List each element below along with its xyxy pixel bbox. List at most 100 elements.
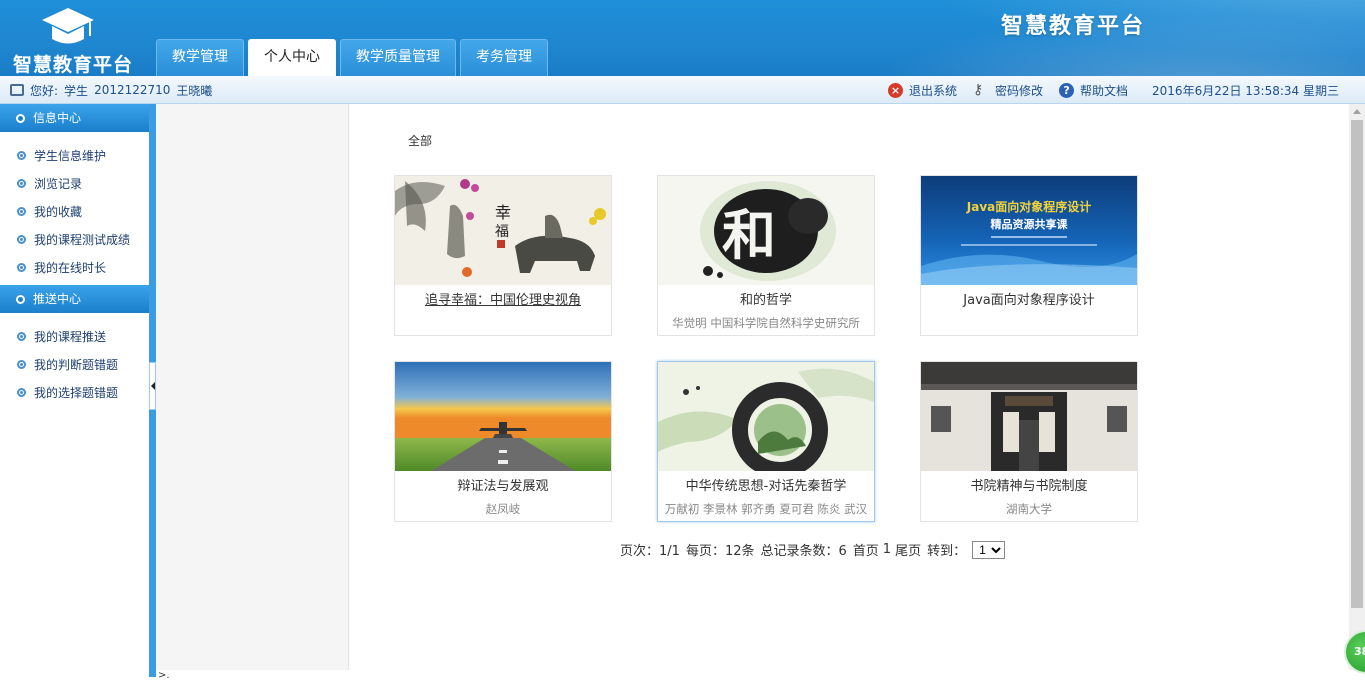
logout-link[interactable]: × 退出系统 [887, 82, 957, 99]
course-title[interactable]: 辩证法与发展观 [395, 475, 611, 494]
course-thumbnail[interactable] [658, 362, 874, 471]
ink-calligraphy-image: 和 [658, 176, 874, 285]
platform-title: 智慧教育平台 [1000, 14, 1145, 39]
sidebar-item-test-scores[interactable]: 我的课程测试成绩 [0, 225, 149, 253]
course-thumbnail[interactable]: Java面向对象程序设计 精品资源共享课 [921, 176, 1137, 285]
help-icon: ? [1059, 82, 1075, 98]
section-title: 信息中心 [33, 111, 82, 125]
change-password-link[interactable]: ⚷ 密码修改 [973, 82, 1043, 99]
sidebar-item-label: 浏览记录 [34, 176, 83, 191]
logo[interactable]: 智慧教育平台 [0, 0, 138, 76]
course-card[interactable]: 辩证法与发展观 赵凤岐 [394, 361, 612, 522]
sidebar: 信息中心 学生信息维护 浏览记录 我的收藏 我的课程测试成绩 我的在线时长 推送… [0, 104, 150, 677]
page-jump-select[interactable]: 1 [972, 540, 1006, 559]
top-header: 智慧教育平台 智慧教育平台 教学管理 个人中心 教学质量管理 考务管理 [0, 0, 1365, 76]
user-info-bar: 您好: 学生 2012122710 王晓曦 × 退出系统 ⚷ 密码修改 ? 帮助… [0, 76, 1365, 104]
bullet-icon [17, 331, 26, 341]
bullet-icon [16, 294, 25, 304]
main-nav-tabs: 教学管理 个人中心 教学质量管理 考务管理 [156, 39, 548, 76]
course-thumbnail[interactable]: 和 [658, 176, 874, 285]
bullet-icon [17, 234, 26, 244]
banner-line-2: 精品资源共享课 [991, 217, 1069, 231]
scroll-up-arrow-icon[interactable] [1353, 109, 1361, 114]
total-records: 总记录条数：6 [760, 544, 847, 559]
bullet-icon [16, 113, 25, 123]
help-label: 帮助文档 [1080, 83, 1129, 98]
course-title[interactable]: Java面向对象程序设计 [921, 289, 1137, 308]
course-card[interactable]: 书院精神与书院制度 湖南大学 [920, 361, 1138, 522]
page-indicator: 页次：1/1 [620, 544, 680, 559]
sidebar-item-label: 我的判断题错题 [34, 357, 119, 372]
course-title[interactable]: 中华传统思想-对话先秦哲学 [658, 475, 874, 494]
sidebar-section-info-center[interactable]: 信息中心 [0, 104, 149, 132]
sidebar-item-browse-history[interactable]: 浏览记录 [0, 169, 149, 197]
sidebar-item-choice-mistakes[interactable]: 我的选择题错题 [0, 378, 149, 406]
key-icon: ⚷ [973, 81, 984, 98]
vertical-scrollbar[interactable] [1349, 104, 1365, 670]
scrollbar-thumb[interactable] [1351, 120, 1363, 608]
bullet-icon [17, 150, 26, 160]
banner-line-1: Java面向对象程序设计 [966, 199, 1091, 214]
secondary-panel [156, 104, 349, 670]
bullet-icon [17, 387, 26, 397]
sidebar-item-truefalse-mistakes[interactable]: 我的判断题错题 [0, 350, 149, 378]
course-title[interactable]: 和的哲学 [658, 289, 874, 308]
datetime-display: 2016年6月22日 13:58:34 星期三 [1152, 83, 1339, 98]
sidebar-item-label: 学生信息维护 [34, 148, 107, 163]
sidebar-item-student-info[interactable]: 学生信息维护 [0, 141, 149, 169]
course-subtitle: 湖南大学 [1006, 502, 1052, 516]
sidebar-item-label: 我的选择题错题 [34, 385, 119, 400]
course-subtitle: 万献初 李景林 郭齐勇 夏可君 陈炎 武汉 [664, 502, 868, 516]
course-card[interactable]: 幸 福 追寻幸福：中国伦理史视角 [394, 175, 612, 336]
course-subtitle: 赵凤岐 [485, 502, 521, 516]
course-thumbnail[interactable] [395, 362, 611, 471]
svg-text:福: 福 [495, 224, 509, 240]
monitor-icon [10, 84, 24, 96]
sidebar-section-push-center[interactable]: 推送中心 [0, 285, 149, 313]
ink-landscape-image [658, 362, 874, 471]
sidebar-collapse-toggle[interactable] [149, 362, 156, 410]
sidebar-item-label: 我的在线时长 [34, 260, 107, 275]
course-title[interactable]: 追寻幸福：中国伦理史视角 [395, 289, 611, 308]
svg-text:和: 和 [722, 203, 776, 267]
change-password-label: 密码修改 [995, 83, 1044, 98]
help-docs-link[interactable]: ? 帮助文档 [1059, 82, 1128, 99]
academy-gate-image [921, 362, 1137, 471]
ink-painting-image: 幸 福 [395, 176, 611, 285]
student-id: 2012122710 [94, 83, 171, 97]
tab-quality-management[interactable]: 教学质量管理 [340, 39, 456, 76]
airplane-runway-image [395, 362, 611, 471]
student-name: 王晓曦 [176, 83, 213, 98]
sidebar-item-label: 我的课程推送 [34, 329, 107, 344]
course-card[interactable]: Java面向对象程序设计 精品资源共享课 Java面向对象程序设计 [920, 175, 1138, 336]
jump-to-label: 转到： [927, 544, 967, 559]
course-thumbnail[interactable]: 幸 福 [395, 176, 611, 285]
svg-text:幸: 幸 [495, 203, 511, 222]
tab-exam-management[interactable]: 考务管理 [460, 39, 548, 76]
logout-label: 退出系统 [908, 83, 957, 98]
course-card[interactable]: 和 和的哲学 华觉明 中国科学院自然科学史研究所 [657, 175, 875, 336]
first-page-link[interactable]: 首页 [853, 540, 879, 559]
current-page-number[interactable]: 1 [883, 542, 891, 557]
last-page-link[interactable]: 尾页 [895, 540, 921, 559]
bullet-icon [17, 206, 26, 216]
tab-teaching-management[interactable]: 教学管理 [156, 39, 244, 76]
sidebar-item-label: 我的课程测试成绩 [34, 232, 131, 247]
filter-all[interactable]: 全部 [408, 132, 432, 149]
course-card[interactable]: 中华传统思想-对话先秦哲学 万献初 李景林 郭齐勇 夏可君 陈炎 武汉 [657, 361, 875, 522]
sidebar-item-favorites[interactable]: 我的收藏 [0, 197, 149, 225]
greeting-label: 您好: [30, 83, 59, 98]
course-title[interactable]: 书院精神与书院制度 [921, 475, 1137, 494]
course-thumbnail[interactable] [921, 362, 1137, 471]
pagination: 页次：1/1 每页：12条 总记录条数：6 首页 1 尾页 转到： 1 [620, 540, 1006, 559]
sidebar-item-course-push[interactable]: 我的课程推送 [0, 322, 149, 350]
graduation-cap-icon [42, 8, 94, 44]
sidebar-item-online-time[interactable]: 我的在线时长 [0, 253, 149, 281]
per-page-indicator: 每页：12条 [685, 544, 755, 559]
bullet-icon [17, 262, 26, 272]
bullet-icon [17, 178, 26, 188]
user-role: 学生 [64, 83, 89, 98]
logo-text: 智慧教育平台 [13, 54, 134, 76]
tab-personal-center[interactable]: 个人中心 [248, 39, 336, 76]
java-banner-image: Java面向对象程序设计 精品资源共享课 [921, 176, 1137, 285]
